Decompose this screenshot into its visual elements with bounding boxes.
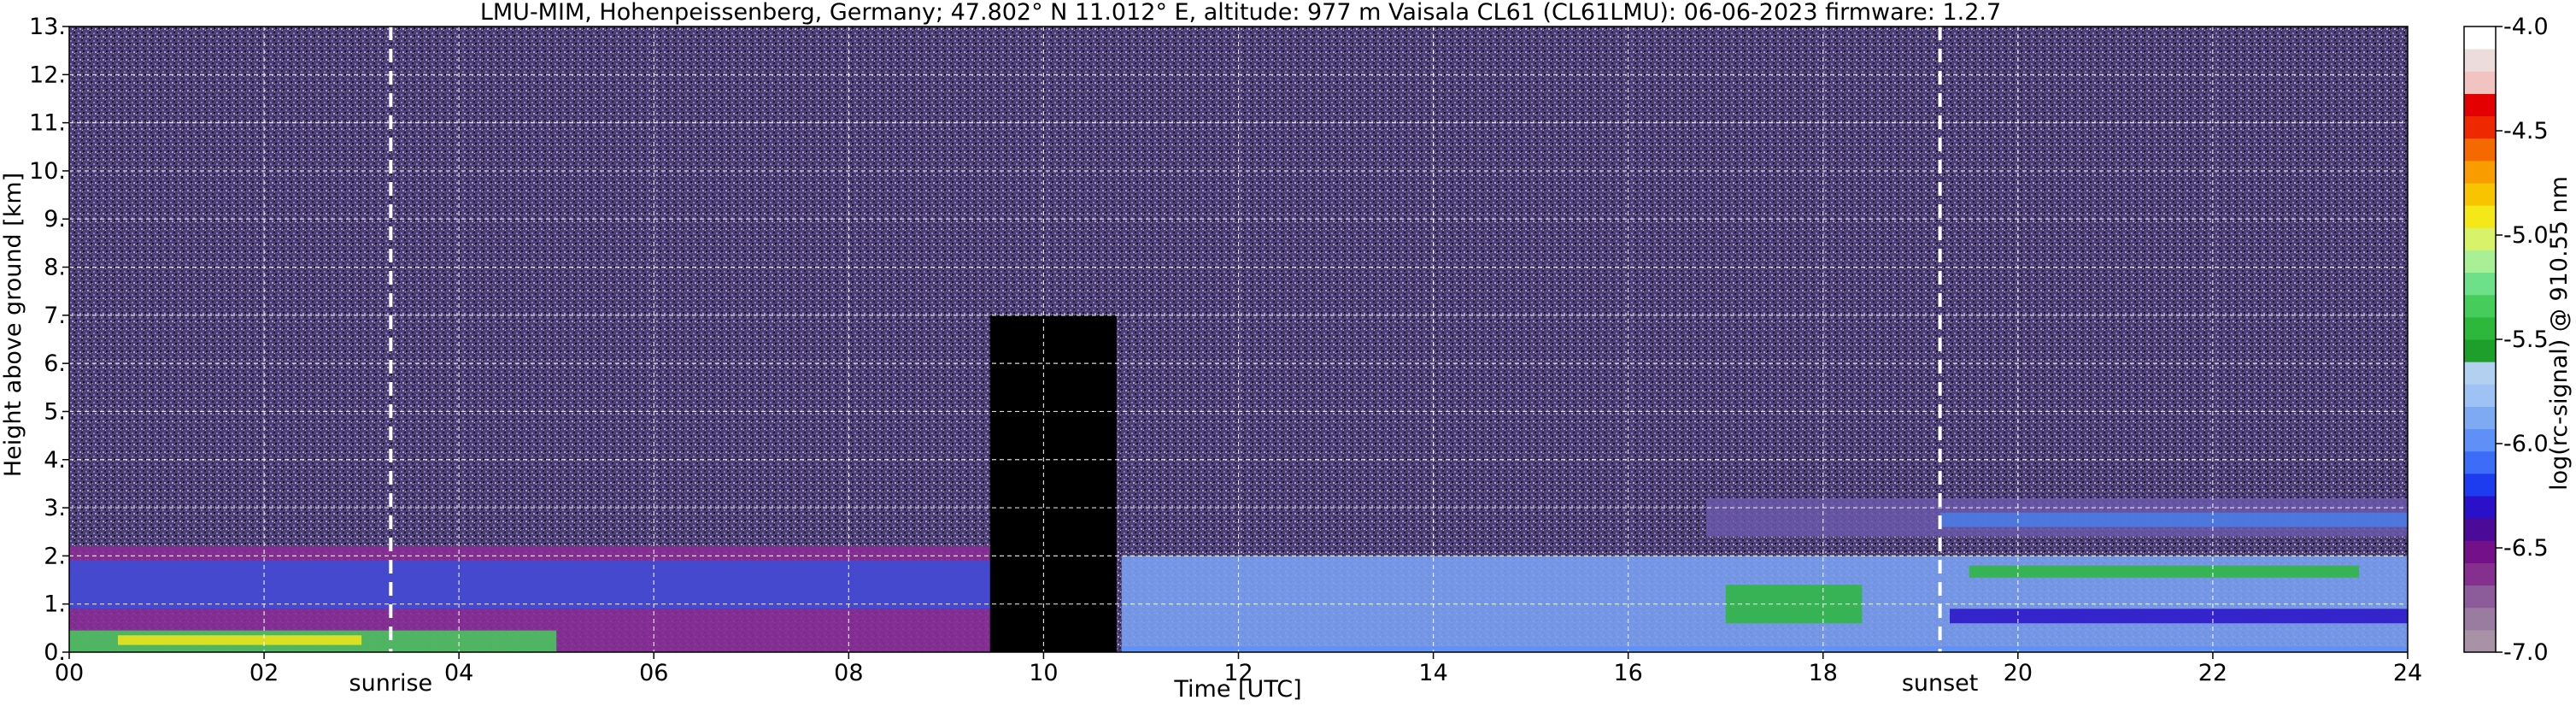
y-tick-label: 9. — [44, 206, 66, 232]
y-tick-label: 11. — [29, 110, 66, 137]
layer-morning-blue — [69, 561, 990, 609]
x-tick-label: 08 — [834, 660, 863, 686]
y-tick-label: 5. — [44, 398, 66, 425]
colorbar-segment — [2464, 250, 2496, 274]
colorbar-segment — [2464, 183, 2496, 206]
colorbar-segment — [2464, 562, 2496, 586]
colorbar-segment — [2464, 428, 2496, 452]
colorbar-segment — [2464, 316, 2496, 340]
colorbar-segment — [2464, 71, 2496, 94]
plot-area: sunrise sunset — [68, 26, 2409, 697]
colorbar-segment — [2464, 49, 2496, 72]
y-tick-label: 4. — [44, 447, 66, 474]
colorbar-tick-label: -6.5 — [2503, 535, 2549, 562]
colorbar-segment — [2464, 339, 2496, 362]
colorbar-label: log(rc-signal) @ 910.55 nm — [2546, 176, 2573, 491]
x-tick-label: 20 — [2004, 660, 2033, 686]
colorbar-segment — [2464, 26, 2496, 50]
colorbar-segment — [2464, 406, 2496, 430]
colorbar-segment — [2464, 294, 2496, 318]
colorbar-segment — [2464, 227, 2496, 250]
y-tick-label: 6. — [44, 350, 66, 377]
y-axis-label: Height above ground [km] — [0, 173, 26, 477]
marker-label-sunrise: sunrise — [349, 670, 433, 697]
x-tick-label: 16 — [1613, 660, 1642, 686]
marker-label-sunset: sunset — [1902, 670, 1979, 697]
x-tick-label: 02 — [249, 660, 279, 686]
colorbar: -4.0 -4.5 -5.0 -5.5 -6.0 -6.5 -7.0 — [2463, 14, 2549, 666]
colorbar-segment — [2464, 93, 2496, 117]
colorbar-segment — [2464, 540, 2496, 563]
colorbar-tick-label: -7.0 — [2503, 639, 2549, 666]
colorbar-segment — [2464, 450, 2496, 474]
layer-blocked-interval — [989, 315, 1117, 652]
y-axis: 0. 1. 2. 3. 4. 5. 6. 7. 8. 9. 10. 11. 12. 13. — [29, 14, 69, 666]
y-tick-label: 2. — [44, 543, 66, 569]
colorbar-tick-label: -4.0 — [2503, 14, 2549, 40]
y-tick-label: 0. — [44, 639, 66, 666]
y-tick-label: 3. — [44, 495, 66, 521]
colorbar-segment — [2464, 607, 2496, 631]
x-tick-label: 06 — [639, 660, 668, 686]
colorbar-segment — [2464, 362, 2496, 385]
colorbar-segment — [2464, 473, 2496, 497]
colorbar-segment — [2464, 115, 2496, 139]
x-tick-label: 24 — [2393, 660, 2422, 686]
layer-elevated-blue — [1939, 512, 2408, 527]
colorbar-segment — [2464, 272, 2496, 296]
colorbar-segment — [2464, 138, 2496, 162]
layer-evening-green — [1969, 565, 2359, 578]
x-tick-label: 14 — [1418, 660, 1447, 686]
x-tick-label: 22 — [2198, 660, 2227, 686]
colorbar-segment — [2464, 205, 2496, 228]
y-tick-label: 1. — [44, 591, 66, 618]
colorbar-segment — [2464, 518, 2496, 541]
lidar-figure: LMU-MIM, Hohenpeissenberg, Germany; 47.8… — [0, 0, 2573, 703]
colorbar-segment — [2464, 384, 2496, 407]
x-axis-label: Time [UTC] — [1173, 676, 1301, 703]
layer-surface-yellow — [118, 635, 362, 645]
colorbar-segment — [2464, 496, 2496, 519]
y-tick-label: 13. — [29, 14, 66, 40]
colorbar-tick-label: -5.5 — [2503, 327, 2549, 353]
colorbar-segment — [2464, 585, 2496, 609]
x-tick-label: 10 — [1029, 660, 1058, 686]
y-tick-label: 12. — [29, 62, 66, 88]
colorbar-tick-label: -5.0 — [2503, 222, 2549, 249]
y-tick-label: 8. — [44, 255, 66, 281]
colorbar-tick-label: -4.5 — [2503, 118, 2549, 144]
chart-title: LMU-MIM, Hohenpeissenberg, Germany; 47.8… — [480, 0, 2001, 26]
y-tick-label: 7. — [44, 303, 66, 329]
layer-surface-blue — [1121, 646, 2408, 652]
x-tick-label: 04 — [444, 660, 473, 686]
y-tick-label: 10. — [29, 158, 66, 185]
colorbar-tick-label: -6.0 — [2503, 431, 2549, 457]
colorbar-segment — [2464, 160, 2496, 184]
colorbar-segment — [2464, 629, 2496, 653]
x-tick-label: 18 — [1809, 660, 1838, 686]
